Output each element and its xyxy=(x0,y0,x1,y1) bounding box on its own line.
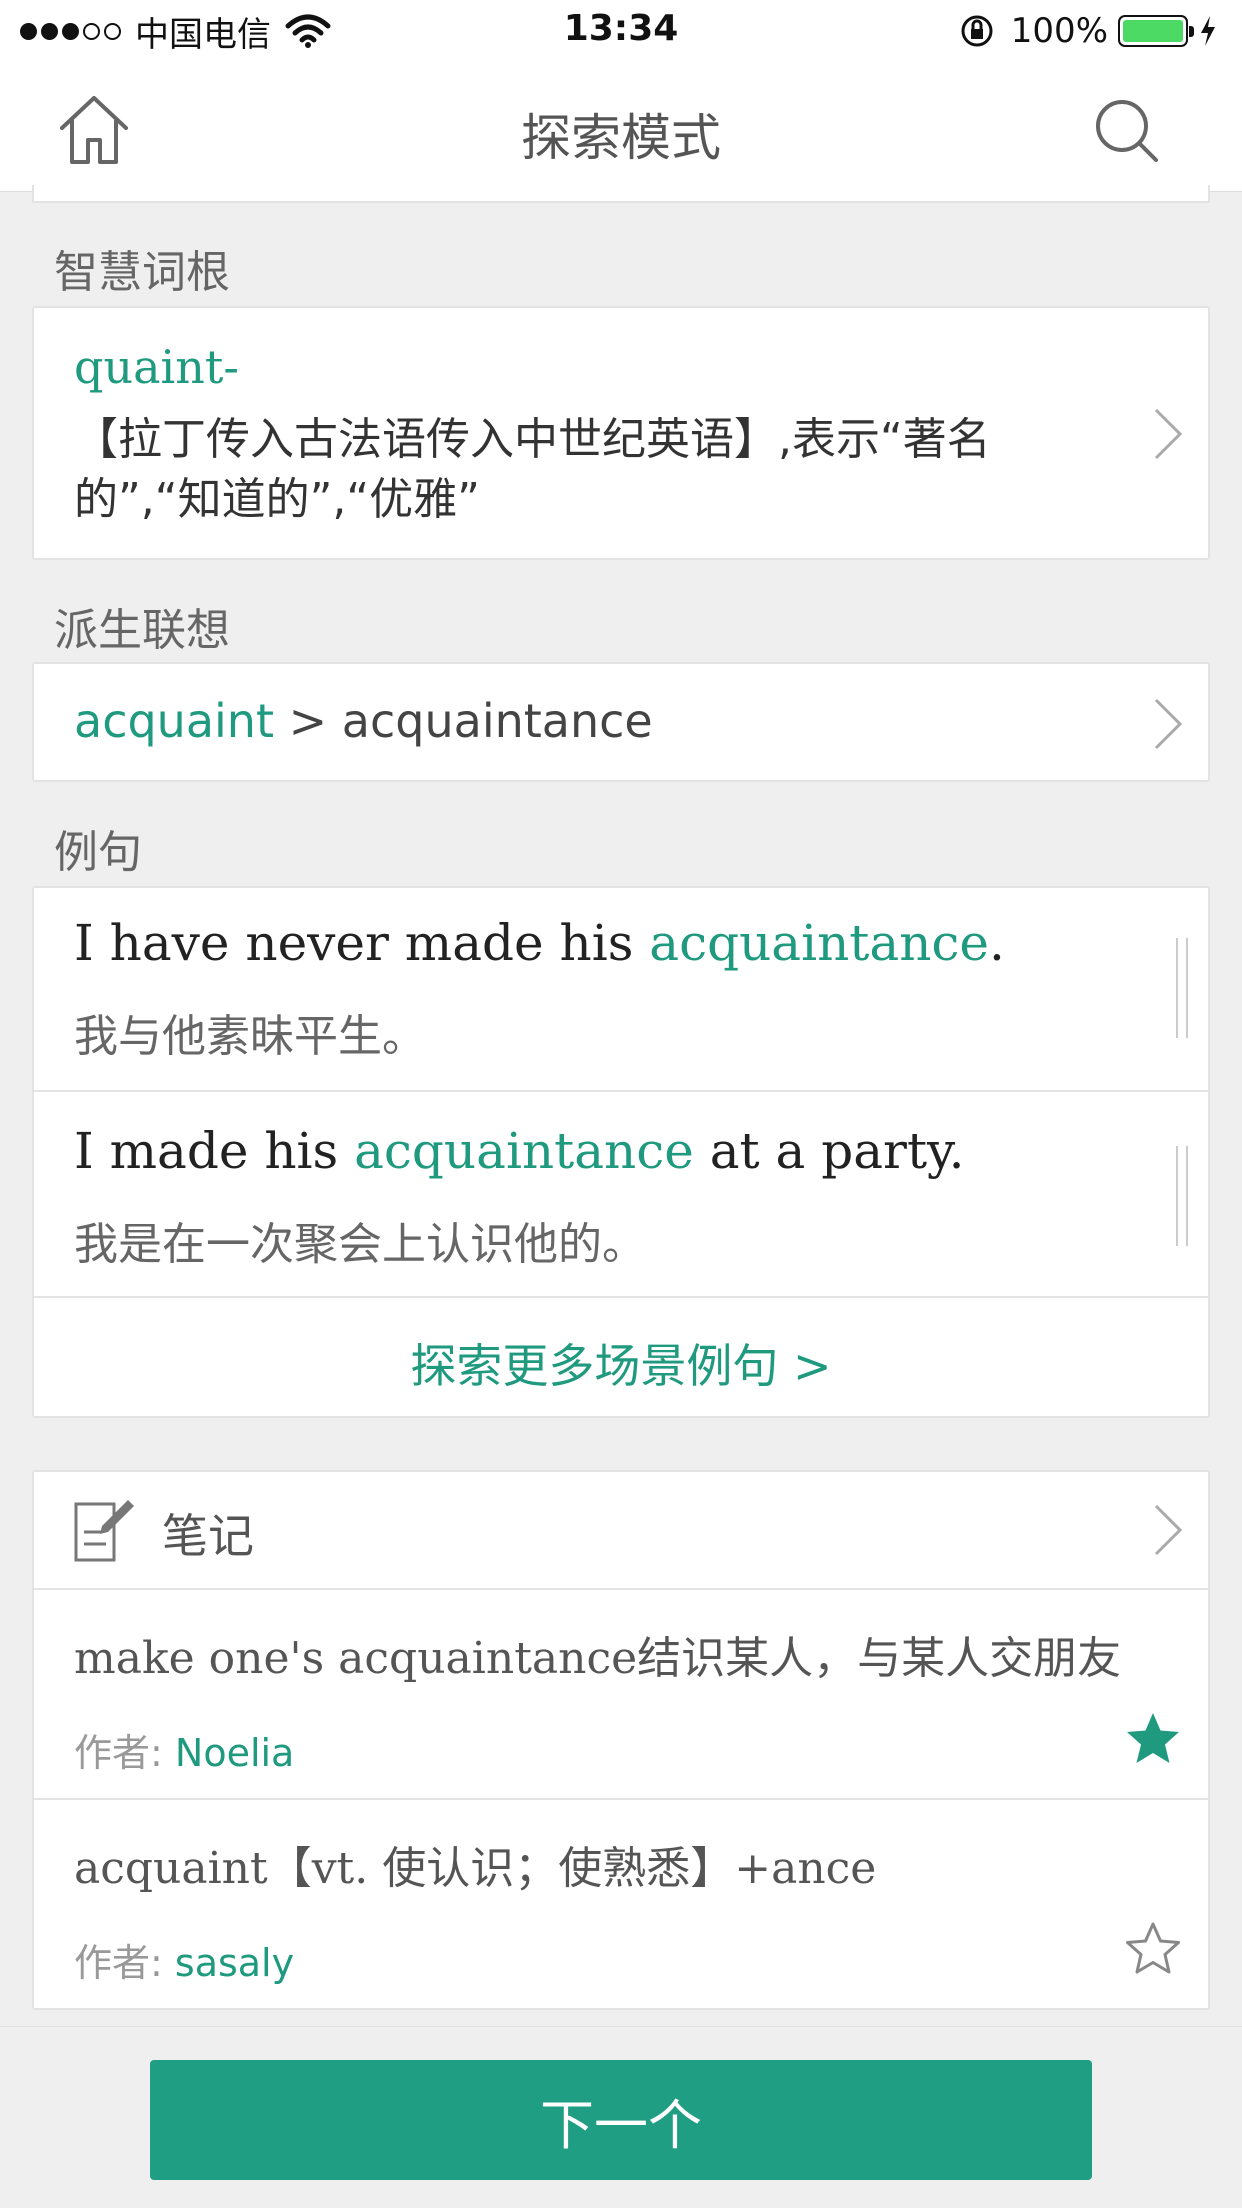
page-title: 探索模式 xyxy=(521,109,721,167)
derivation-section-label: 派生联想 xyxy=(54,605,230,656)
examples-section-label: 例句 xyxy=(54,827,142,878)
drag-handle-icon[interactable] xyxy=(1176,1146,1188,1246)
root-word: quaint- xyxy=(74,340,239,394)
root-section-label: 智慧词根 xyxy=(54,247,230,298)
note-author: 作者: sasaly xyxy=(74,1932,294,1987)
previous-card-edge xyxy=(32,185,1210,203)
derivation-base-word: acquaint xyxy=(74,694,274,748)
divider xyxy=(34,1798,1208,1800)
drag-handle-icon[interactable] xyxy=(1176,938,1188,1038)
divider xyxy=(34,1296,1208,1298)
chevron-right-icon xyxy=(1154,698,1183,750)
charging-icon xyxy=(1201,16,1215,46)
note-text: make one's acquaintance结识某人，与某人交朋友 xyxy=(74,1633,1122,1684)
battery-icon xyxy=(1118,15,1194,47)
note-author-name[interactable]: sasaly xyxy=(175,1941,294,1985)
derivation-separator: > xyxy=(274,694,342,748)
note-author-prefix: 作者: xyxy=(74,1941,175,1985)
example-text: I made his xyxy=(74,1122,355,1180)
status-right: 100% xyxy=(959,8,1218,54)
note-edit-icon xyxy=(74,1500,134,1562)
battery-fill xyxy=(1123,20,1183,42)
example-highlight: acquaintance xyxy=(354,1122,694,1180)
battery-label: 100% xyxy=(1010,11,1108,51)
notes-title: 笔记 xyxy=(162,1509,254,1563)
root-description: 【拉丁传入古法语传入中世纪英语】,表示“著名的”,“知道的”,“优雅” xyxy=(74,414,991,525)
example-text: I have never made his xyxy=(74,914,650,972)
example-english: I made his acquaintance at a party. xyxy=(74,1122,965,1180)
divider xyxy=(34,1588,1208,1590)
example-chinese: 我是在一次聚会上认识他的。 xyxy=(74,1219,646,1270)
chevron-right-icon xyxy=(1154,408,1183,460)
status-bar: 中国电信 13:34 100% xyxy=(0,0,1242,62)
note-author-prefix: 作者: xyxy=(74,1731,175,1775)
note-author-name[interactable]: Noelia xyxy=(175,1731,294,1775)
example-text: at a party. xyxy=(693,1122,965,1180)
chevron-right-icon xyxy=(1154,1504,1183,1556)
example-highlight: acquaintance xyxy=(649,914,990,972)
star-filled-icon[interactable] xyxy=(1124,1710,1182,1768)
note-text: acquaint【vt. 使认识；使熟悉】+ance xyxy=(74,1843,877,1894)
next-button[interactable]: 下一个 xyxy=(150,2060,1092,2180)
more-examples-link[interactable]: 探索更多场景例句 > xyxy=(32,1330,1210,1396)
derivation-text: acquaint > acquaintance xyxy=(74,694,653,748)
derivation-derived-word: acquaintance xyxy=(341,694,653,748)
star-outline-icon[interactable] xyxy=(1124,1920,1182,1978)
search-icon xyxy=(1096,100,1158,162)
example-text: . xyxy=(989,914,1005,972)
note-author: 作者: Noelia xyxy=(74,1722,294,1777)
example-chinese: 我与他素昧平生。 xyxy=(74,1011,426,1062)
nav-bar: 探索模式 xyxy=(0,62,1242,192)
rotation-lock-icon xyxy=(961,15,993,47)
example-english: I have never made his acquaintance. xyxy=(74,914,1005,972)
search-button[interactable] xyxy=(1086,90,1166,170)
